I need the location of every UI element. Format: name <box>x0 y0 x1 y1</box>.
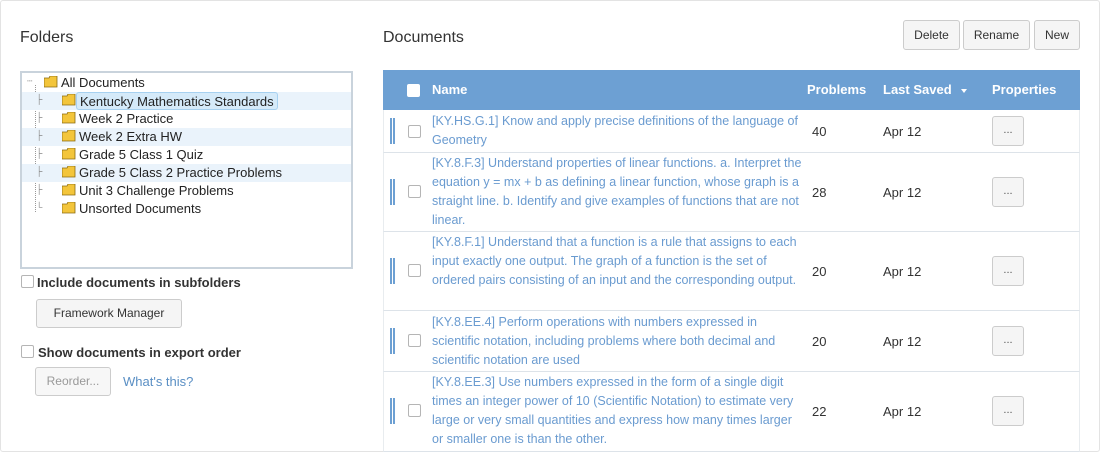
folder-icon <box>62 112 76 124</box>
folder-tree[interactable]: ┄ All Documents ├ Kentucky Mathematics S… <box>20 71 353 269</box>
select-all-checkbox[interactable] <box>407 84 420 97</box>
tree-item-label: Grade 5 Class 1 Quiz <box>79 147 204 162</box>
export-order-checkbox[interactable] <box>21 345 34 358</box>
row-checkbox[interactable] <box>408 404 421 417</box>
row-checkbox[interactable] <box>408 334 421 347</box>
properties-button[interactable]: ... <box>992 256 1024 286</box>
folder-icon <box>44 76 58 88</box>
folder-icon <box>62 94 76 106</box>
table-row[interactable]: [KY.HS.G.1] Know and apply precise defin… <box>383 110 1080 153</box>
tree-expander-icon[interactable]: ├ <box>36 148 42 158</box>
last-saved-date: Apr 12 <box>883 334 922 349</box>
document-name-link[interactable]: [KY.8.EE.4] Perform operations with numb… <box>432 313 802 370</box>
problems-count: 20 <box>812 334 827 349</box>
drag-grip-icon[interactable] <box>390 118 395 144</box>
drag-grip-icon[interactable] <box>390 179 395 205</box>
tree-item-kentucky-standards[interactable]: ├ Kentucky Mathematics Standards <box>22 92 351 110</box>
tree-item-label: Grade 5 Class 2 Practice Problems <box>79 165 283 180</box>
sort-caret-icon <box>961 89 967 93</box>
properties-button[interactable]: ... <box>992 116 1024 146</box>
table-row[interactable]: [KY.8.F.1] Understand that a function is… <box>383 232 1080 311</box>
table-row[interactable]: [KY.8.EE.4] Perform operations with numb… <box>383 311 1080 372</box>
documents-title: Documents <box>383 29 464 46</box>
last-saved-date: Apr 12 <box>883 404 922 419</box>
column-problems-header[interactable]: Problems <box>807 82 866 97</box>
problems-count: 22 <box>812 404 827 419</box>
reorder-button[interactable]: Reorder... <box>35 367 111 396</box>
tree-expander-icon[interactable]: ├ <box>36 94 42 104</box>
last-saved-date: Apr 12 <box>883 124 922 139</box>
column-properties-header: Properties <box>992 82 1057 97</box>
tree-item-grade5-class1-quiz[interactable]: ├ Grade 5 Class 1 Quiz <box>22 146 351 164</box>
table-row[interactable]: [KY.8.EE.3] Use numbers expressed in the… <box>383 372 1080 452</box>
whats-this-link[interactable]: What's this? <box>123 374 193 389</box>
folder-icon <box>62 130 76 142</box>
export-order-label: Show documents in export order <box>38 345 241 360</box>
tree-item-week2-extra-hw[interactable]: ├ Week 2 Extra HW <box>22 128 351 146</box>
tree-item-all-documents[interactable]: ┄ All Documents <box>22 74 351 92</box>
rename-button[interactable]: Rename <box>963 20 1030 50</box>
tree-item-week2-practice[interactable]: ├ Week 2 Practice <box>22 110 351 128</box>
last-saved-date: Apr 12 <box>883 185 922 200</box>
document-name-link[interactable]: [KY.8.F.1] Understand that a function is… <box>432 233 802 290</box>
properties-button[interactable]: ... <box>992 396 1024 426</box>
problems-count: 40 <box>812 124 827 139</box>
table-row[interactable]: [KY.8.F.3] Understand properties of line… <box>383 153 1080 232</box>
include-subfolders-checkbox[interactable] <box>21 275 34 288</box>
row-checkbox[interactable] <box>408 264 421 277</box>
tree-expander-icon[interactable]: ├ <box>36 166 42 176</box>
tree-branch-icon: ├ <box>36 112 43 122</box>
row-checkbox[interactable] <box>408 125 421 138</box>
document-name-link[interactable]: [KY.HS.G.1] Know and apply precise defin… <box>432 112 802 150</box>
documents-table: Name Problems Last Saved Properties [KY.… <box>383 70 1080 452</box>
folder-icon <box>62 202 76 214</box>
tree-item-unsorted[interactable]: └ Unsorted Documents <box>22 200 351 218</box>
folder-icon <box>62 166 76 178</box>
document-name-link[interactable]: [KY.8.F.3] Understand properties of line… <box>432 154 802 230</box>
tree-item-label: Unit 3 Challenge Problems <box>79 183 234 198</box>
folder-icon <box>62 184 76 196</box>
folder-icon <box>62 148 76 160</box>
row-checkbox[interactable] <box>408 185 421 198</box>
document-name-link[interactable]: [KY.8.EE.3] Use numbers expressed in the… <box>432 373 802 449</box>
last-saved-date: Apr 12 <box>883 264 922 279</box>
folders-title: Folders <box>20 29 74 46</box>
tree-item-label: Week 2 Practice <box>79 111 174 126</box>
tree-item-label: Unsorted Documents <box>79 201 202 216</box>
drag-grip-icon[interactable] <box>390 328 395 354</box>
properties-button[interactable]: ... <box>992 326 1024 356</box>
drag-grip-icon[interactable] <box>390 258 395 284</box>
tree-item-grade5-class2-practice[interactable]: ├ Grade 5 Class 2 Practice Problems <box>22 164 351 182</box>
problems-count: 20 <box>812 264 827 279</box>
framework-manager-button[interactable]: Framework Manager <box>36 299 182 328</box>
tree-item-unit3-challenge[interactable]: ├ Unit 3 Challenge Problems <box>22 182 351 200</box>
tree-item-label: Kentucky Mathematics Standards <box>76 92 278 110</box>
new-button[interactable]: New <box>1034 20 1080 50</box>
tree-item-label: Week 2 Extra HW <box>79 129 183 144</box>
delete-button[interactable]: Delete <box>903 20 960 50</box>
column-name-header[interactable]: Name <box>432 82 467 97</box>
tree-branch-icon: ├ <box>36 130 43 140</box>
tree-branch-icon: ├ <box>36 184 43 194</box>
tree-branch-icon: └ <box>36 202 43 212</box>
column-last-saved-header[interactable]: Last Saved <box>883 82 952 97</box>
problems-count: 28 <box>812 185 827 200</box>
include-subfolders-label: Include documents in subfolders <box>37 275 241 290</box>
drag-grip-icon[interactable] <box>390 398 395 424</box>
properties-button[interactable]: ... <box>992 177 1024 207</box>
tree-item-label: All Documents <box>61 75 145 90</box>
tree-expander-icon[interactable]: ┄ <box>27 76 32 87</box>
table-header: Name Problems Last Saved Properties <box>383 70 1080 110</box>
